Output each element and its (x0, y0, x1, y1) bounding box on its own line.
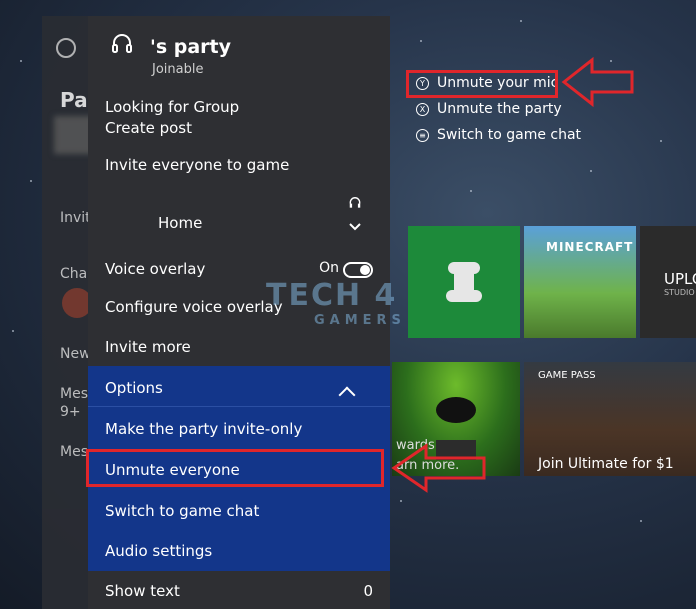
party-title: 's party (150, 36, 232, 58)
guide-count: 9+ (60, 404, 81, 420)
x-button-icon: X (416, 102, 429, 116)
watermark-main: TECH 4 (266, 278, 398, 313)
tile-green[interactable] (408, 226, 520, 338)
hint-label: Unmute the party (437, 101, 562, 117)
divider (88, 406, 390, 407)
gamepass-badge: GAME PASS (538, 370, 596, 381)
options-label: Options (105, 379, 163, 397)
voice-overlay-state: On (319, 260, 339, 276)
guide-invite[interactable]: Invit (60, 210, 91, 226)
party-status: Joinable (152, 62, 204, 77)
switch-game-chat[interactable]: Switch to game chat (105, 502, 373, 520)
tile-gamepass[interactable]: GAME PASS Join Ultimate for $1 (524, 362, 696, 476)
invite-everyone: Invite everyone to game (105, 156, 290, 174)
headset-icon (112, 34, 132, 53)
minecraft-label: MINECRAFT (546, 240, 634, 254)
guide-chat[interactable]: Cha (60, 266, 87, 282)
guide-new[interactable]: New (60, 346, 91, 362)
hint-unmute-party[interactable]: X Unmute the party (416, 101, 562, 117)
audio-settings[interactable]: Audio settings (105, 542, 373, 560)
create-post[interactable]: Create post (105, 119, 373, 137)
uplo-sub: STUDIO (664, 288, 695, 297)
voice-overlay-toggle[interactable] (343, 262, 373, 278)
watermark-sub: GAMERS (314, 313, 406, 328)
hint-label: Switch to game chat (437, 127, 582, 143)
guide-messages[interactable]: Mes (60, 386, 88, 402)
invite-more[interactable]: Invite more (105, 338, 373, 356)
chevron-down-icon[interactable] (349, 222, 361, 232)
watermark: TECH 4 GAMERS (266, 278, 406, 328)
show-text-label: Show text (105, 582, 180, 600)
tile-minecraft[interactable]: MINECRAFT (524, 226, 636, 338)
home-label: Home (158, 214, 203, 232)
chevron-up-icon[interactable] (338, 386, 356, 404)
guide-panel: Par Invit Cha New Mes 9+ Mes (42, 16, 97, 609)
show-text-count: 0 (363, 582, 373, 600)
voice-overlay[interactable]: Voice overlay On (105, 260, 373, 278)
hint-switch-chat[interactable]: ≡ Switch to game chat (416, 127, 581, 143)
highlight-box-unmute (86, 449, 384, 487)
arrow-left-icon (391, 443, 486, 493)
gamepass-label: Join Ultimate for $1 (538, 456, 674, 472)
controller-stand-icon (446, 262, 482, 302)
highlight-box-mic (406, 70, 558, 98)
voice-overlay-label: Voice overlay (105, 260, 206, 278)
tile-uplo[interactable]: UPLO STUDIO (640, 226, 696, 338)
invite-only[interactable]: Make the party invite-only (105, 420, 373, 438)
uplo-label: UPLO (664, 270, 696, 288)
show-text[interactable]: Show text 0 (105, 582, 373, 600)
headset-small-icon (349, 197, 361, 208)
arrow-left-icon (561, 56, 634, 108)
xbox-logo-icon (56, 38, 76, 58)
menu-button-icon: ≡ (416, 128, 429, 142)
looking-for-group[interactable]: Looking for Group (105, 98, 373, 116)
options-header[interactable]: Options (105, 379, 373, 404)
guide-messages-2[interactable]: Mes (60, 444, 88, 460)
